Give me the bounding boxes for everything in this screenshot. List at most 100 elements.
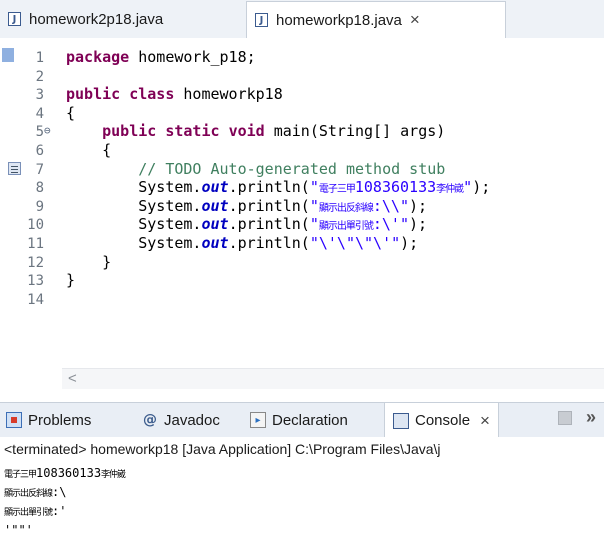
output-token: 108360133 <box>36 466 102 480</box>
code-line[interactable]: 7 // TODO Auto-generated method stub <box>0 160 604 178</box>
code-line[interactable]: 2 <box>0 67 604 85</box>
code-token: " <box>463 178 473 197</box>
code-text: } <box>66 253 111 271</box>
code-line[interactable]: 8 System.out.println("電子三甲108360133李仲崴")… <box>0 178 604 196</box>
line-number: 2 <box>35 68 44 85</box>
code-token: :\\" <box>372 196 409 215</box>
horizontal-scrollbar[interactable]: < <box>62 368 604 389</box>
code-text: package homework_p18; <box>66 48 256 66</box>
code-token: .println( <box>228 178 310 197</box>
code-text: public static void main(String[] args) <box>66 122 445 140</box>
tab-label: Problems <box>28 411 92 429</box>
code-line[interactable]: 13} <box>0 271 604 289</box>
code-token: public <box>66 85 121 104</box>
code-token: System. <box>66 215 202 234</box>
declaration-icon: ▸ <box>250 412 266 428</box>
code-token: 電子三甲 <box>318 184 356 196</box>
code-token: static <box>165 122 220 141</box>
code-editor[interactable]: < 1 package homework_p18; 2 3 public class h… <box>0 38 604 394</box>
code-token: void <box>228 122 265 141</box>
code-line[interactable]: 14 <box>0 290 604 308</box>
code-token: " <box>309 178 319 197</box>
console-icon <box>393 412 409 429</box>
tab-homeworkp18[interactable]: J homeworkp18.java × <box>246 1 506 38</box>
fold-toggle-icon[interactable]: ⊖ <box>44 122 51 140</box>
code-token: ); <box>409 215 428 234</box>
console-output-line: 顯示出反斜線:\ <box>4 484 66 500</box>
code-token: } <box>66 271 76 290</box>
code-token: out <box>201 178 229 197</box>
output-token: 顯示出單引號 <box>4 508 53 518</box>
code-line[interactable]: 5 ⊖ public static void main(String[] args… <box>0 122 604 140</box>
editor-tab-bar: J homework2p18.java J homeworkp18.java × <box>0 0 604 39</box>
scroll-left-icon[interactable]: < <box>68 370 77 387</box>
code-token: out <box>201 234 229 252</box>
minimize-icon[interactable] <box>558 411 572 425</box>
code-line[interactable]: 4{ <box>0 104 604 122</box>
code-token: "\'\"\"\'" <box>309 234 401 252</box>
code-text: } <box>66 271 75 289</box>
code-token: main(String[] args) <box>264 122 446 141</box>
line-number: 7 <box>35 161 44 178</box>
line-number: 12 <box>27 254 44 271</box>
tab-console[interactable]: Console × <box>384 402 499 438</box>
code-line[interactable]: 11 System.out.println("\'\"\"\'"); <box>0 234 604 252</box>
code-token: homeworkp18 <box>174 85 283 104</box>
code-token: 顯示出反斜線 <box>318 202 374 214</box>
code-text: // TODO Auto-generated method stub <box>66 160 445 178</box>
code-text: public class homeworkp18 <box>66 85 283 103</box>
code-token: // TODO Auto-generated method stub <box>138 159 446 178</box>
code-token: System. <box>66 196 202 215</box>
task-marker-icon[interactable] <box>8 161 21 175</box>
code-token: .println( <box>228 234 310 252</box>
tab-problems[interactable]: Problems <box>6 403 91 437</box>
code-token: ); <box>409 196 428 215</box>
code-line[interactable]: 9 System.out.println("顯示出反斜線:\\"); <box>0 197 604 215</box>
code-token: out <box>201 215 229 234</box>
line-number: 5 <box>35 124 44 141</box>
tab-label: homeworkp18.java <box>276 11 402 29</box>
code-token: :\'" <box>372 215 409 234</box>
code-token: ); <box>472 178 491 197</box>
line-number: 8 <box>35 180 44 197</box>
problems-icon <box>6 412 22 428</box>
code-text: { <box>66 104 75 122</box>
tab-javadoc[interactable]: @ Javadoc <box>142 403 220 437</box>
code-token: .println( <box>228 196 310 215</box>
code-token: } <box>66 252 112 271</box>
close-icon[interactable]: × <box>480 411 490 431</box>
code-token: 顯示出單引號 <box>318 221 374 233</box>
code-token: out <box>201 196 229 215</box>
output-token: :\ <box>52 485 67 499</box>
console-output-line: 電子三甲108360133李仲崴 <box>4 465 126 481</box>
code-token: homework_p18; <box>129 48 256 66</box>
close-icon[interactable]: × <box>410 10 420 30</box>
tab-homework2p18[interactable]: J homework2p18.java <box>0 2 246 36</box>
java-file-icon: J <box>8 12 21 26</box>
line-number: 14 <box>27 291 44 308</box>
code-line[interactable]: 6 { <box>0 141 604 159</box>
line-number: 1 <box>35 50 44 66</box>
overflow-chevron-icon[interactable]: » <box>586 407 596 428</box>
output-token: 顯示出反斜線 <box>4 489 53 499</box>
line-number: 13 <box>27 273 44 290</box>
tab-label: Declaration <box>272 411 348 429</box>
code-line[interactable]: 10 System.out.println("顯示出單引號:\'"); <box>0 215 604 233</box>
line-number: 6 <box>35 143 44 159</box>
console-output-line: 顯示出單引號:' <box>4 503 66 519</box>
code-text: System.out.println("\'\"\"\'"); <box>66 234 418 252</box>
console-output-line: '""' <box>4 522 33 538</box>
code-token: public <box>102 122 157 141</box>
output-token: :' <box>52 504 67 518</box>
code-line[interactable]: 1 package homework_p18; <box>0 48 604 66</box>
code-token: { <box>66 103 76 122</box>
code-line[interactable]: 3 public class homeworkp18 <box>0 85 604 103</box>
code-token: " <box>309 215 319 234</box>
tab-declaration[interactable]: ▸ Declaration <box>250 403 348 437</box>
code-token: 李仲崴 <box>436 184 464 196</box>
code-line[interactable]: 12 } <box>0 253 604 271</box>
console-output[interactable]: <terminated> homeworkp18 [Java Applicati… <box>0 437 604 541</box>
